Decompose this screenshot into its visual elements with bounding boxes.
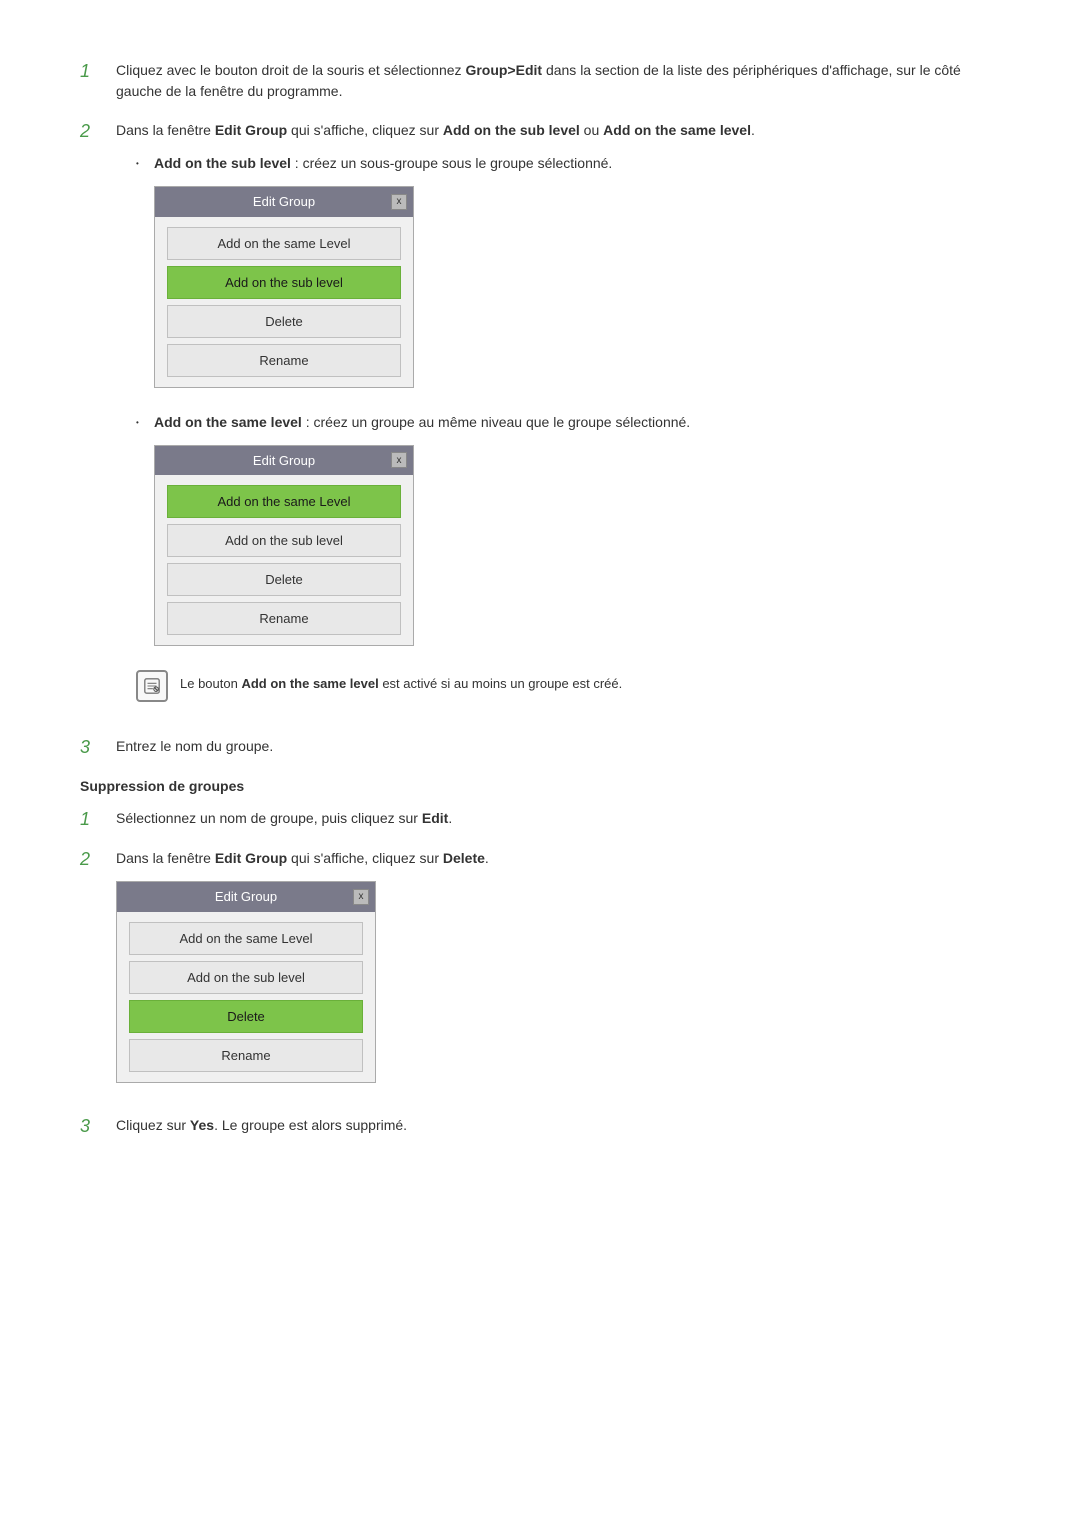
step-2: 2 Dans la fenêtre Edit Group qui s'affic… bbox=[80, 120, 1000, 718]
step-s2-1-text: Sélectionnez un nom de groupe, puis cliq… bbox=[116, 808, 1000, 829]
step-s2-3-text: Cliquez sur Yes. Le groupe est alors sup… bbox=[116, 1115, 1000, 1136]
btn-add-same-level-3[interactable]: Add on the same Level bbox=[129, 922, 363, 955]
dialog-body-3: Add on the same Level Add on the sub lev… bbox=[117, 912, 375, 1082]
step-1: 1 Cliquez avec le bouton droit de la sou… bbox=[80, 60, 1000, 102]
step-3-text: Entrez le nom du groupe. bbox=[116, 736, 1000, 757]
dialog-box-2: Edit Group x Add on the same Level Add o… bbox=[154, 445, 414, 647]
step-s2-number-2: 2 bbox=[80, 848, 116, 870]
bullet-text-2: Add on the same level : créez un groupe … bbox=[154, 412, 1000, 661]
dialog-titlebar-2: Edit Group x bbox=[155, 446, 413, 476]
btn-delete-2[interactable]: Delete bbox=[167, 563, 401, 596]
step-s2-number-1: 1 bbox=[80, 808, 116, 830]
step-s2-number-3: 3 bbox=[80, 1115, 116, 1137]
dialog-title-2: Edit Group bbox=[253, 453, 315, 468]
dialog-close-3[interactable]: x bbox=[353, 889, 369, 905]
btn-add-sub-level-2[interactable]: Add on the sub level bbox=[167, 524, 401, 557]
step-3: 3 Entrez le nom du groupe. bbox=[80, 736, 1000, 758]
btn-rename-1[interactable]: Rename bbox=[167, 344, 401, 377]
step-s2-3: 3 Cliquez sur Yes. Le groupe est alors s… bbox=[80, 1115, 1000, 1137]
note-text: Le bouton Add on the same level est acti… bbox=[180, 670, 622, 694]
bullet-text-1: Add on the sub level : créez un sous-gro… bbox=[154, 153, 1000, 402]
note-box: Le bouton Add on the same level est acti… bbox=[136, 670, 1000, 702]
step-s2-1: 1 Sélectionnez un nom de groupe, puis cl… bbox=[80, 808, 1000, 830]
dialog-body-2: Add on the same Level Add on the sub lev… bbox=[155, 475, 413, 645]
btn-add-same-level-1[interactable]: Add on the same Level bbox=[167, 227, 401, 260]
bullet-dot-2: • bbox=[136, 417, 154, 429]
dialog-close-1[interactable]: x bbox=[391, 194, 407, 210]
dialog-titlebar-3: Edit Group x bbox=[117, 882, 375, 912]
step-number-2: 2 bbox=[80, 120, 116, 142]
bullet-dot-1: • bbox=[136, 158, 154, 170]
dialog-titlebar-1: Edit Group x bbox=[155, 187, 413, 217]
step-2-text: Dans la fenêtre Edit Group qui s'affiche… bbox=[116, 120, 1000, 718]
btn-add-sub-level-1[interactable]: Add on the sub level bbox=[167, 266, 401, 299]
bullet-list-1: • Add on the sub level : créez un sous-g… bbox=[136, 153, 1000, 660]
step-s2-2: 2 Dans la fenêtre Edit Group qui s'affic… bbox=[80, 848, 1000, 1097]
btn-rename-3[interactable]: Rename bbox=[129, 1039, 363, 1072]
dialog-box-1: Edit Group x Add on the same Level Add o… bbox=[154, 186, 414, 388]
btn-rename-2[interactable]: Rename bbox=[167, 602, 401, 635]
dialog-close-2[interactable]: x bbox=[391, 452, 407, 468]
btn-add-sub-level-3[interactable]: Add on the sub level bbox=[129, 961, 363, 994]
step-1-text: Cliquez avec le bouton droit de la souri… bbox=[116, 60, 1000, 102]
dialog-title-1: Edit Group bbox=[253, 194, 315, 209]
step-s2-2-text: Dans la fenêtre Edit Group qui s'affiche… bbox=[116, 848, 1000, 1097]
btn-add-same-level-2[interactable]: Add on the same Level bbox=[167, 485, 401, 518]
dialog-body-1: Add on the same Level Add on the sub lev… bbox=[155, 217, 413, 387]
dialog-wrapper-3: Edit Group x Add on the same Level Add o… bbox=[116, 881, 1000, 1083]
note-icon bbox=[136, 670, 168, 702]
dialog-wrapper-2: Edit Group x Add on the same Level Add o… bbox=[154, 445, 1000, 647]
dialog-title-3: Edit Group bbox=[215, 889, 277, 904]
section-heading: Suppression de groupes bbox=[80, 778, 1000, 794]
step-number-3: 3 bbox=[80, 736, 116, 758]
step-number-1: 1 bbox=[80, 60, 116, 82]
bullet-item-2: • Add on the same level : créez un group… bbox=[136, 412, 1000, 661]
btn-delete-3[interactable]: Delete bbox=[129, 1000, 363, 1033]
btn-delete-1[interactable]: Delete bbox=[167, 305, 401, 338]
dialog-box-3: Edit Group x Add on the same Level Add o… bbox=[116, 881, 376, 1083]
dialog-wrapper-1: Edit Group x Add on the same Level Add o… bbox=[154, 186, 1000, 388]
bullet-item-1: • Add on the sub level : créez un sous-g… bbox=[136, 153, 1000, 402]
